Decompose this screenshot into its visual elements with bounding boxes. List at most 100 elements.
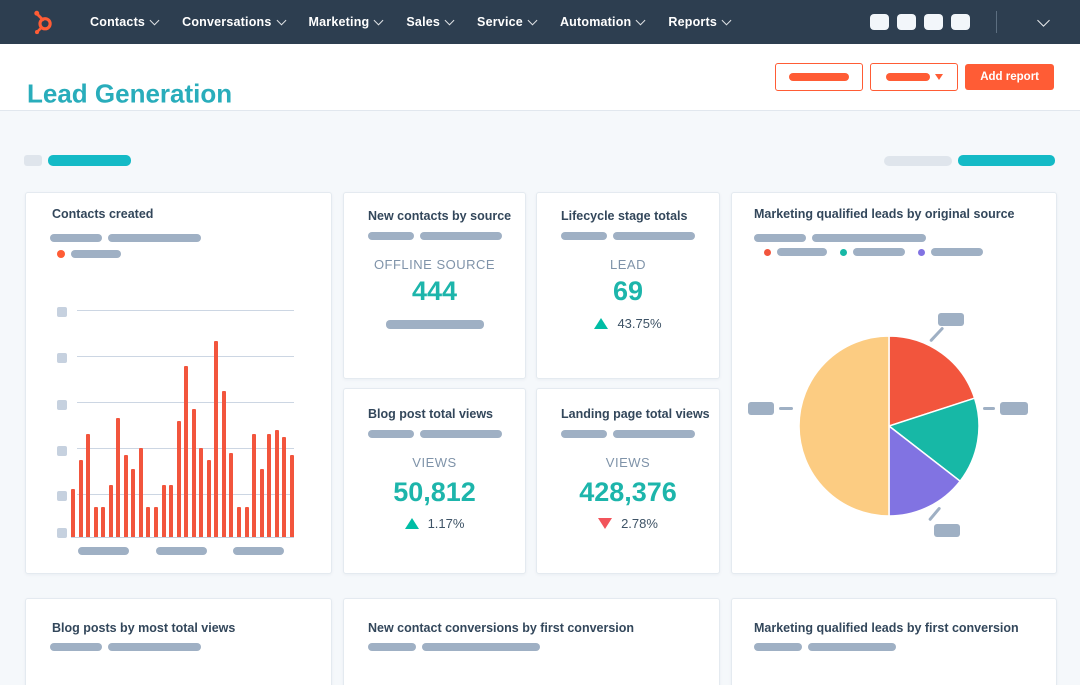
pie-callout-line bbox=[983, 407, 995, 410]
bar bbox=[199, 448, 204, 537]
card-title: Contacts created bbox=[52, 207, 154, 221]
bar bbox=[138, 448, 143, 537]
nav-tool-icon-placeholder[interactable] bbox=[897, 14, 916, 30]
card-landing-page-total-views: Landing page total views VIEWS 428,376 2… bbox=[536, 388, 720, 574]
bar bbox=[214, 340, 219, 537]
filter-skeleton bbox=[789, 73, 850, 81]
skeleton-bar bbox=[422, 643, 540, 651]
card-title: Blog post total views bbox=[368, 407, 494, 421]
skeleton-bar bbox=[108, 234, 201, 242]
filter-skeleton bbox=[885, 73, 930, 81]
bar bbox=[93, 507, 98, 537]
skeleton-bar bbox=[613, 430, 695, 438]
nav-item-label: Conversations bbox=[182, 15, 272, 29]
nav-tool-icon-placeholder[interactable] bbox=[951, 14, 970, 30]
metric-label: LEAD bbox=[610, 257, 646, 272]
x-axis-label-placeholder bbox=[233, 547, 284, 555]
skeleton-bar bbox=[777, 248, 827, 256]
bar bbox=[146, 507, 151, 537]
dashboard-toolbar-teal-pill[interactable] bbox=[958, 155, 1055, 166]
pie-label-placeholder bbox=[934, 524, 960, 537]
chevron-down-icon bbox=[276, 15, 286, 26]
bar bbox=[244, 507, 249, 537]
nav-item-marketing[interactable]: Marketing bbox=[297, 0, 395, 44]
bar bbox=[169, 484, 174, 537]
card-mql-by-original-source: Marketing qualified leads by original so… bbox=[731, 192, 1057, 574]
nav-tool-icon-placeholder[interactable] bbox=[924, 14, 943, 30]
metric-label: VIEWS bbox=[605, 455, 651, 470]
skeleton-bar bbox=[368, 232, 414, 240]
card-title: New contacts by source bbox=[368, 209, 512, 223]
card-title: New contact conversions by first convers… bbox=[368, 621, 635, 635]
bar bbox=[229, 452, 234, 537]
top-navbar: Contacts Conversations Marketing Sales S… bbox=[0, 0, 1080, 44]
skeleton-bar bbox=[931, 248, 983, 256]
skeleton-bar bbox=[754, 234, 806, 242]
card-mql-by-first-conversion: Marketing qualified leads by first conve… bbox=[731, 598, 1057, 685]
bar bbox=[161, 484, 166, 537]
card-blog-posts-by-most-total-views: Blog posts by most total views bbox=[25, 598, 332, 685]
card-contacts-created: Contacts created bbox=[25, 192, 332, 574]
nav-item-label: Service bbox=[477, 15, 523, 29]
metric-label: VIEWS bbox=[412, 455, 457, 470]
bar bbox=[86, 434, 91, 537]
lead-generation-dashboard: Contacts Conversations Marketing Sales S… bbox=[0, 0, 1080, 685]
bar bbox=[237, 507, 242, 537]
skeleton-bar bbox=[808, 643, 896, 651]
nav-item-conversations[interactable]: Conversations bbox=[170, 0, 296, 44]
nav-item-automation[interactable]: Automation bbox=[548, 0, 656, 44]
bar bbox=[71, 489, 75, 537]
legend-dot bbox=[918, 248, 925, 256]
pie-callout-line bbox=[779, 407, 793, 410]
chevron-down-icon bbox=[149, 15, 160, 26]
chevron-down-icon bbox=[444, 15, 455, 26]
skeleton-bar bbox=[385, 320, 484, 329]
card-title: Marketing qualified leads by original so… bbox=[754, 207, 1015, 221]
dashboard-toolbar-icon-placeholder[interactable] bbox=[24, 155, 42, 166]
filter-button-1[interactable] bbox=[775, 63, 864, 91]
card-title: Landing page total views bbox=[561, 407, 710, 421]
page-header: Lead Generation Add report bbox=[0, 44, 1080, 111]
skeleton-bar bbox=[50, 643, 102, 651]
dashboard-toolbar-teal-pill[interactable] bbox=[48, 155, 131, 166]
bar bbox=[176, 420, 181, 537]
skeleton-bar bbox=[420, 232, 502, 240]
skeleton-bar bbox=[754, 643, 802, 651]
card-title: Lifecycle stage totals bbox=[561, 209, 688, 223]
bar bbox=[116, 418, 121, 537]
hubspot-logo-icon[interactable] bbox=[28, 7, 56, 37]
card-title: Marketing qualified leads by first conve… bbox=[754, 621, 1019, 635]
skeleton-bar bbox=[853, 248, 905, 256]
caret-down-icon bbox=[934, 74, 943, 80]
page-title: Lead Generation bbox=[27, 78, 233, 109]
delta-down-icon bbox=[598, 518, 613, 529]
bar bbox=[282, 436, 287, 537]
mql-pie-chart bbox=[798, 335, 980, 517]
delta-text: 2.78% bbox=[621, 516, 658, 531]
header-actions: Add report bbox=[775, 63, 1054, 91]
skeleton-bar bbox=[561, 430, 607, 438]
nav-item-contacts[interactable]: Contacts bbox=[78, 0, 170, 44]
x-axis-label-placeholder bbox=[78, 547, 129, 555]
delta-text: 1.17% bbox=[427, 516, 465, 531]
filter-dropdown-button[interactable] bbox=[870, 63, 959, 91]
nav-tool-icon-placeholder[interactable] bbox=[870, 14, 889, 30]
bar bbox=[108, 484, 113, 537]
skeleton-bar bbox=[368, 643, 416, 651]
dashboard-toolbar-gray-pill[interactable] bbox=[884, 156, 952, 166]
nav-item-sales[interactable]: Sales bbox=[394, 0, 465, 44]
card-new-contacts-by-source: New contacts by source OFFLINE SOURCE 44… bbox=[343, 192, 526, 379]
nav-item-service[interactable]: Service bbox=[465, 0, 548, 44]
add-report-button[interactable]: Add report bbox=[965, 64, 1054, 90]
metric-delta: 43.75% bbox=[537, 316, 719, 331]
bar bbox=[252, 434, 257, 537]
account-chevron-down-icon[interactable] bbox=[1037, 13, 1050, 27]
nav-item-reports[interactable]: Reports bbox=[656, 0, 742, 44]
y-axis-tick-placeholder bbox=[57, 353, 67, 363]
bar bbox=[101, 507, 106, 537]
metric-value: 69 bbox=[612, 276, 644, 306]
delta-up-icon bbox=[404, 518, 419, 529]
bar bbox=[154, 507, 159, 537]
nav-item-label: Contacts bbox=[90, 15, 146, 29]
contacts-created-bar-chart bbox=[57, 307, 294, 555]
